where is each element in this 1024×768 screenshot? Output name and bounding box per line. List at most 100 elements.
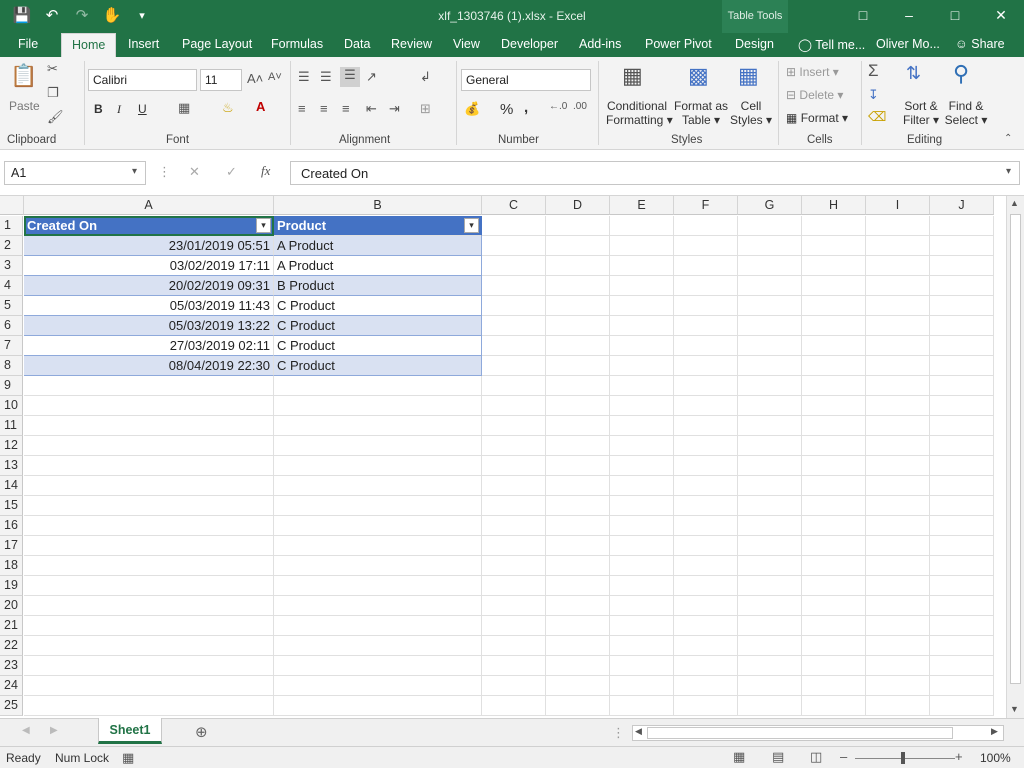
cell-h5[interactable] [802, 296, 866, 316]
scroll-left-icon[interactable]: ◀ [635, 726, 642, 737]
cell-h2[interactable] [802, 236, 866, 256]
cell-f2[interactable] [674, 236, 738, 256]
cell-g14[interactable] [738, 476, 802, 496]
user-name[interactable]: Oliver Mo... [876, 37, 940, 51]
paste-icon[interactable]: 📋 [10, 63, 38, 93]
cell-b4[interactable]: B Product [274, 276, 482, 296]
cell-g2[interactable] [738, 236, 802, 256]
cell-c25[interactable] [482, 696, 546, 716]
row-header-19[interactable]: 19 [0, 576, 23, 596]
row-header-10[interactable]: 10 [0, 396, 23, 416]
cell-e15[interactable] [610, 496, 674, 516]
decrease-indent-icon[interactable]: ⇤ [366, 101, 377, 117]
cell-i20[interactable] [866, 596, 930, 616]
cell-j3[interactable] [930, 256, 994, 276]
cell-i19[interactable] [866, 576, 930, 596]
cell-b9[interactable] [274, 376, 482, 396]
tab-review[interactable]: Review [391, 37, 432, 51]
copy-icon[interactable]: ❐ [47, 85, 59, 101]
tab-page-layout[interactable]: Page Layout [182, 37, 252, 51]
tab-developer[interactable]: Developer [501, 37, 558, 51]
cell-j10[interactable] [930, 396, 994, 416]
cell-e25[interactable] [610, 696, 674, 716]
cell-e22[interactable] [610, 636, 674, 656]
row-header-22[interactable]: 22 [0, 636, 23, 656]
cell-c1[interactable] [482, 216, 546, 236]
merge-center-icon[interactable]: ⊞ [420, 101, 431, 117]
cell-g24[interactable] [738, 676, 802, 696]
cell-a9[interactable] [24, 376, 274, 396]
row-header-4[interactable]: 4 [0, 276, 23, 296]
cell-i13[interactable] [866, 456, 930, 476]
cell-e9[interactable] [610, 376, 674, 396]
cell-e23[interactable] [610, 656, 674, 676]
cell-f15[interactable] [674, 496, 738, 516]
cell-a8[interactable]: 08/04/2019 22:30 [24, 356, 274, 376]
row-header-6[interactable]: 6 [0, 316, 23, 336]
cell-c22[interactable] [482, 636, 546, 656]
column-header-g[interactable]: G [738, 196, 802, 215]
cell-b19[interactable] [274, 576, 482, 596]
row-header-2[interactable]: 2 [0, 236, 23, 256]
enter-icon[interactable]: ✓ [226, 164, 237, 180]
cell-i14[interactable] [866, 476, 930, 496]
cell-i3[interactable] [866, 256, 930, 276]
cell-c24[interactable] [482, 676, 546, 696]
cell-f11[interactable] [674, 416, 738, 436]
cell-a6[interactable]: 05/03/2019 13:22 [24, 316, 274, 336]
cell-f1[interactable] [674, 216, 738, 236]
borders-icon[interactable]: ▦ [178, 100, 190, 116]
cell-b24[interactable] [274, 676, 482, 696]
cell-i5[interactable] [866, 296, 930, 316]
cell-f24[interactable] [674, 676, 738, 696]
cell-a10[interactable] [24, 396, 274, 416]
cell-c9[interactable] [482, 376, 546, 396]
scroll-down-icon[interactable]: ▼ [1010, 704, 1019, 714]
cell-j25[interactable] [930, 696, 994, 716]
cell-f21[interactable] [674, 616, 738, 636]
cell-d20[interactable] [546, 596, 610, 616]
cell-b1[interactable]: Product ▾ [274, 216, 482, 236]
row-header-12[interactable]: 12 [0, 436, 23, 456]
row-header-16[interactable]: 16 [0, 516, 23, 536]
cell-e10[interactable] [610, 396, 674, 416]
cell-a23[interactable] [24, 656, 274, 676]
close-icon[interactable]: ✕ [978, 0, 1024, 33]
cell-f13[interactable] [674, 456, 738, 476]
cell-h17[interactable] [802, 536, 866, 556]
cell-d8[interactable] [546, 356, 610, 376]
fill-icon[interactable]: ↧ [868, 87, 879, 103]
cell-e20[interactable] [610, 596, 674, 616]
cell-styles-icon[interactable]: ▦ [738, 63, 759, 89]
cell-c14[interactable] [482, 476, 546, 496]
filter-dropdown-icon[interactable]: ▾ [464, 218, 479, 233]
cell-a15[interactable] [24, 496, 274, 516]
cell-c16[interactable] [482, 516, 546, 536]
cell-h7[interactable] [802, 336, 866, 356]
cell-j5[interactable] [930, 296, 994, 316]
cell-j17[interactable] [930, 536, 994, 556]
maximize-icon[interactable]: □ [932, 0, 978, 33]
collapse-ribbon-icon[interactable]: ⌃ [1004, 133, 1012, 144]
minimize-icon[interactable]: – [886, 0, 932, 33]
cell-c23[interactable] [482, 656, 546, 676]
row-header-17[interactable]: 17 [0, 536, 23, 556]
cell-j24[interactable] [930, 676, 994, 696]
cell-i21[interactable] [866, 616, 930, 636]
cell-g7[interactable] [738, 336, 802, 356]
cell-b14[interactable] [274, 476, 482, 496]
cell-e8[interactable] [610, 356, 674, 376]
cell-a12[interactable] [24, 436, 274, 456]
cell-h10[interactable] [802, 396, 866, 416]
cell-h24[interactable] [802, 676, 866, 696]
cell-h25[interactable] [802, 696, 866, 716]
cell-j20[interactable] [930, 596, 994, 616]
name-box-dropdown-icon[interactable]: ▾ [132, 166, 137, 177]
cell-i23[interactable] [866, 656, 930, 676]
cell-h16[interactable] [802, 516, 866, 536]
cell-h15[interactable] [802, 496, 866, 516]
cell-e1[interactable] [610, 216, 674, 236]
cancel-icon[interactable]: ✕ [189, 164, 200, 180]
row-header-15[interactable]: 15 [0, 496, 23, 516]
format-as-table-button[interactable]: Format as Table ▾ [674, 99, 728, 127]
